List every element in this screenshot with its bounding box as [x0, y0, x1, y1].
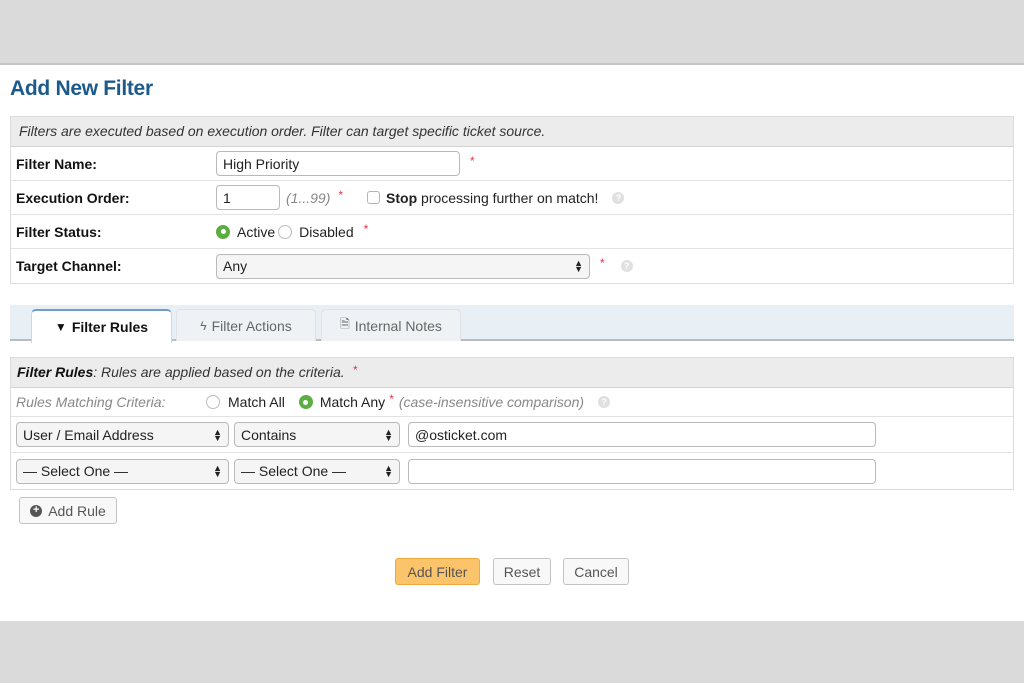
page-title: Add New Filter [10, 77, 153, 100]
add-rule-label: Add Rule [48, 502, 106, 519]
rule-row: — Select One — ▲ ▼ — Select One — ▲ ▼ [11, 453, 1013, 489]
tab-internal-notes[interactable]: 🗎 Internal Notes [321, 309, 461, 341]
rule-operator-select[interactable]: — Select One — ▲ ▼ [234, 458, 400, 484]
match-all-radio[interactable] [206, 395, 220, 409]
help-icon[interactable]: ? [598, 396, 611, 408]
tab-filter-rules[interactable]: ▼ Filter Rules [31, 309, 172, 343]
required-marker: * [363, 221, 369, 236]
select-arrows-icon: ▲ ▼ [213, 426, 222, 443]
select-arrows-icon: ▲ ▼ [384, 463, 393, 479]
filter-status-label: Filter Status: [16, 223, 102, 240]
rule-operator-value: — Select One — [241, 463, 347, 479]
plus-circle-icon: + [30, 504, 43, 517]
target-channel-value: Any [223, 258, 248, 274]
filter-settings-table: Filters are executed based on execution … [10, 116, 1014, 284]
matching-criteria-row: Rules Matching Criteria: Match All Match… [11, 388, 1013, 417]
filter-name-row: Filter Name: High Priority * [11, 147, 1013, 181]
tab-label: Filter Rules [71, 319, 149, 335]
stop-rest-text: processing further on match! [417, 189, 599, 206]
required-marker: * [389, 392, 394, 406]
stop-processing-checkbox[interactable] [367, 191, 381, 204]
status-active-radio[interactable] [216, 224, 230, 239]
add-filter-button[interactable]: Add Filter [395, 558, 480, 585]
filter-name-input[interactable]: High Priority [216, 151, 460, 176]
status-disabled-radio[interactable] [278, 224, 293, 239]
match-all-label: Match All [228, 394, 285, 410]
rules-header: Filter Rules: Rules are applied based on… [11, 358, 1013, 388]
target-channel-row: Target Channel: Any ▲ ▼ * ? [11, 249, 1013, 283]
filter-status-row: Filter Status: Active Disabled * [11, 215, 1013, 249]
filter-rules-table: Filter Rules: Rules are applied based on… [10, 357, 1014, 490]
tab-label: Internal Notes [354, 317, 442, 334]
rule-field-value: — Select One — [23, 463, 129, 479]
rule-operator-select[interactable]: Contains ▲ ▼ [234, 422, 400, 447]
execution-order-input[interactable]: 1 [216, 185, 280, 210]
rule-value-input[interactable]: @osticket.com [408, 422, 876, 447]
select-arrows-icon: ▲ ▼ [384, 426, 393, 443]
help-icon[interactable]: ? [612, 191, 625, 204]
required-marker: * [338, 187, 344, 202]
rule-field-select[interactable]: User / Email Address ▲ ▼ [16, 422, 229, 447]
match-any-radio[interactable] [298, 395, 313, 409]
target-channel-label: Target Channel: [16, 258, 122, 274]
case-insensitive-hint: (case-insensitive comparison) [398, 394, 585, 410]
execution-order-range-hint: (1...99) [286, 189, 331, 206]
bolt-icon: ϟ [200, 318, 207, 333]
filter-icon: ▼ [54, 320, 67, 334]
tab-filter-actions[interactable]: ϟ Filter Actions [176, 309, 316, 341]
execution-order-row: Execution Order: 1 (1...99) * Stop proce… [11, 181, 1013, 215]
tabs-bar: ▼ Filter Rules ϟ Filter Actions 🗎 Intern… [10, 305, 1014, 343]
filter-name-label: Filter Name: [16, 155, 97, 172]
rule-field-value: User / Email Address [23, 426, 154, 443]
status-disabled-label: Disabled [299, 223, 354, 240]
settings-header-note: Filters are executed based on execution … [11, 117, 1013, 147]
target-channel-select[interactable]: Any ▲ ▼ [216, 253, 590, 279]
required-marker: * [352, 363, 358, 377]
reset-button[interactable]: Reset [493, 558, 551, 585]
document-icon: 🗎 [340, 317, 350, 331]
rule-field-select[interactable]: — Select One — ▲ ▼ [16, 458, 229, 484]
matching-criteria-label: Rules Matching Criteria: [16, 394, 166, 410]
stop-bold-text: Stop [386, 189, 418, 206]
select-arrows-icon: ▲ ▼ [213, 463, 222, 479]
rule-value-input[interactable] [408, 458, 876, 484]
rule-operator-value: Contains [241, 426, 297, 443]
select-arrows-icon: ▲ ▼ [574, 258, 583, 274]
rule-row: User / Email Address ▲ ▼ Contains ▲ ▼ @ost… [11, 417, 1013, 453]
stop-processing-label: Stop processing further on match! [386, 190, 598, 206]
match-any-label: Match Any [319, 394, 386, 410]
add-rule-button[interactable]: + Add Rule [19, 497, 117, 524]
required-marker: * [470, 153, 475, 168]
page-content: Add New Filter Filters are executed base… [0, 63, 1024, 621]
rules-header-bold: Filter Rules [17, 364, 94, 380]
rules-header-text: : Rules are applied based on the criteri… [93, 364, 345, 380]
execution-order-label: Execution Order: [16, 189, 130, 206]
required-marker: * [600, 256, 605, 270]
help-icon[interactable]: ? [620, 260, 633, 272]
cancel-button[interactable]: Cancel [563, 558, 629, 585]
status-active-label: Active [237, 223, 276, 240]
tab-label: Filter Actions [211, 317, 292, 334]
